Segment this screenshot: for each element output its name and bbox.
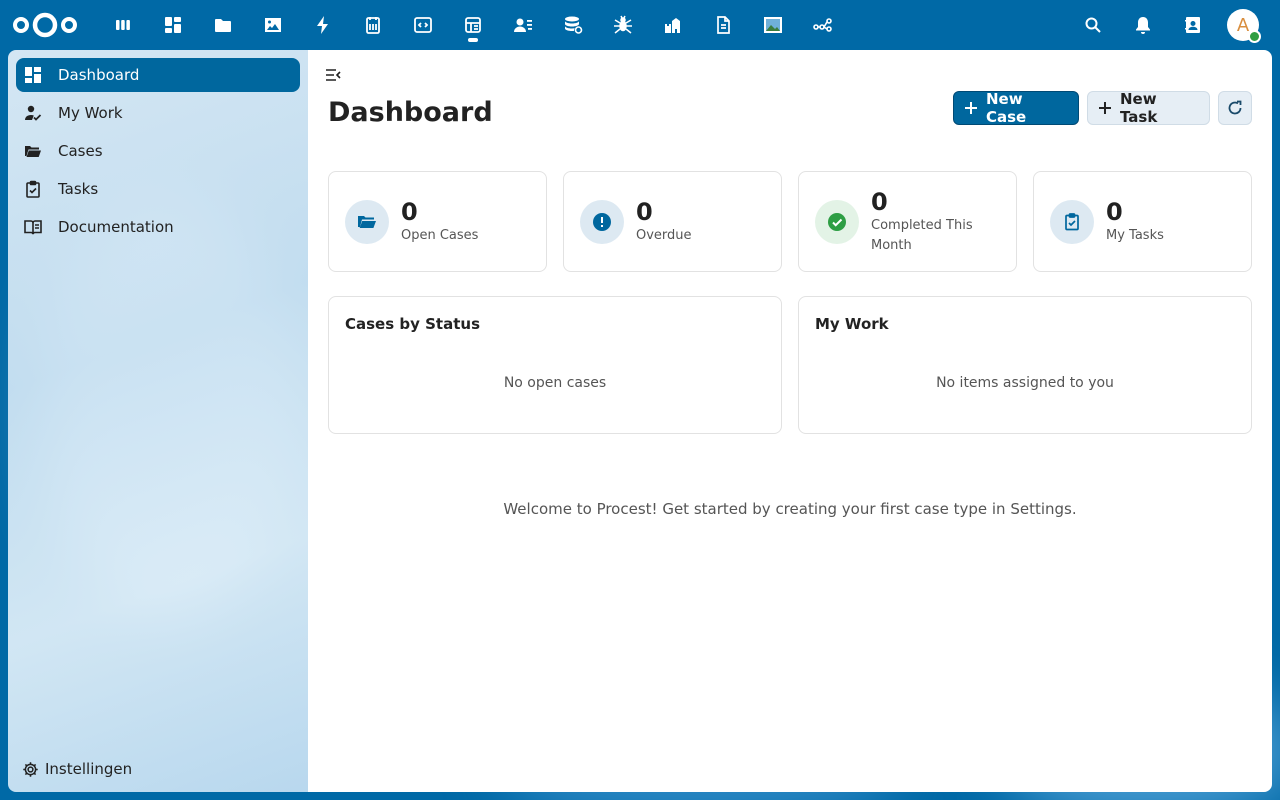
- panel-title: My Work: [815, 315, 889, 333]
- top-bar: A: [0, 0, 1280, 50]
- avatar[interactable]: A: [1227, 9, 1261, 43]
- bell-icon[interactable]: [1118, 0, 1168, 50]
- folder-open-icon: [345, 199, 389, 244]
- sidebar-item-cases[interactable]: Cases: [16, 134, 300, 168]
- folder-open-icon: [25, 146, 41, 157]
- sidebar-item-label: Dashboard: [58, 66, 140, 84]
- procest-app-icon[interactable]: [448, 0, 498, 50]
- dashboard-icon: [25, 67, 41, 83]
- flow-icon[interactable]: [798, 0, 848, 50]
- refresh-button[interactable]: [1218, 91, 1252, 125]
- stat-value: 0: [401, 197, 418, 226]
- panel-title: Cases by Status: [345, 315, 480, 333]
- new-case-button[interactable]: New Case: [953, 90, 1079, 126]
- contacts-menu-icon[interactable]: [1168, 0, 1218, 50]
- settings-button[interactable]: Instellingen: [22, 760, 132, 778]
- new-task-button[interactable]: New Task: [1087, 90, 1210, 126]
- online-status-indicator: [1248, 30, 1261, 43]
- gear-icon: [23, 761, 38, 777]
- stat-label: Overdue: [636, 227, 692, 243]
- stat-card-open-cases: 0 Open Cases: [328, 171, 547, 272]
- panel-cases-by-status: Cases by Status No open cases: [328, 296, 782, 434]
- stat-value: 0: [871, 187, 888, 216]
- sidebar-item-tasks[interactable]: Tasks: [16, 172, 300, 206]
- contacts-icon[interactable]: [498, 0, 548, 50]
- header-right: A: [1068, 0, 1280, 50]
- book-open-icon: [24, 220, 42, 235]
- refresh-icon: [1228, 100, 1242, 115]
- database-icon[interactable]: [548, 0, 598, 50]
- sidebar-item-label: Tasks: [58, 180, 99, 198]
- sidebar-item-my-work[interactable]: My Work: [16, 96, 300, 130]
- spider-icon[interactable]: [598, 0, 648, 50]
- clipboard-check-icon: [26, 180, 40, 198]
- panel-my-work: My Work No items assigned to you: [798, 296, 1252, 434]
- stat-label: Completed This Month: [871, 217, 973, 253]
- stat-value: 0: [636, 197, 653, 226]
- plus-icon: [1098, 102, 1111, 114]
- page-title: Dashboard: [328, 97, 493, 128]
- empty-message: No open cases: [503, 375, 607, 391]
- new-case-label: New Case: [986, 90, 1027, 126]
- stat-card-my-tasks: 0 My Tasks: [1033, 171, 1252, 272]
- avatar-initial: A: [1236, 14, 1250, 36]
- clipboard-check-icon: [1050, 199, 1094, 244]
- settings-label: Instellingen: [45, 760, 133, 778]
- welcome-message: Welcome to Procest! Get started by creat…: [503, 500, 1077, 518]
- sidebar: Dashboard My Work Cases Tasks Documentat…: [8, 50, 308, 792]
- stat-label: Open Cases: [401, 227, 479, 243]
- activity-icon[interactable]: [298, 0, 348, 50]
- app-menu: [98, 0, 848, 50]
- sidebar-item-label: Cases: [58, 142, 103, 160]
- forms-icon[interactable]: [348, 0, 398, 50]
- nextcloud-logo[interactable]: [13, 11, 77, 39]
- empty-message: No items assigned to you: [936, 375, 1114, 391]
- dashboard-app-icon[interactable]: [148, 0, 198, 50]
- main-content: Dashboard New Case New Task 0 Open Cases…: [308, 50, 1272, 792]
- code-icon[interactable]: [398, 0, 448, 50]
- image-icon[interactable]: [748, 0, 798, 50]
- castle-icon[interactable]: [648, 0, 698, 50]
- user-check-icon: [25, 105, 42, 121]
- files-icon[interactable]: [198, 0, 248, 50]
- alert-circle-icon: [580, 199, 624, 244]
- check-circle-icon: [815, 199, 859, 244]
- sidebar-item-label: My Work: [58, 104, 123, 122]
- menu-collapse-icon[interactable]: [325, 68, 341, 82]
- new-task-label: New Task: [1119, 90, 1158, 126]
- search-icon[interactable]: [1068, 0, 1118, 50]
- sidebar-item-label: Documentation: [58, 218, 174, 236]
- stat-card-completed: 0 Completed This Month: [798, 171, 1017, 272]
- stat-value: 0: [1106, 197, 1123, 226]
- stat-label: My Tasks: [1106, 227, 1164, 243]
- stat-card-overdue: 0 Overdue: [563, 171, 782, 272]
- plus-icon: [965, 102, 977, 114]
- sidebar-item-documentation[interactable]: Documentation: [16, 210, 300, 244]
- sidebar-item-dashboard[interactable]: Dashboard: [16, 58, 300, 92]
- photos-icon[interactable]: [248, 0, 298, 50]
- deck-icon[interactable]: [98, 0, 148, 50]
- sidebar-nav: Dashboard My Work Cases Tasks Documentat…: [16, 58, 300, 248]
- document-icon[interactable]: [698, 0, 748, 50]
